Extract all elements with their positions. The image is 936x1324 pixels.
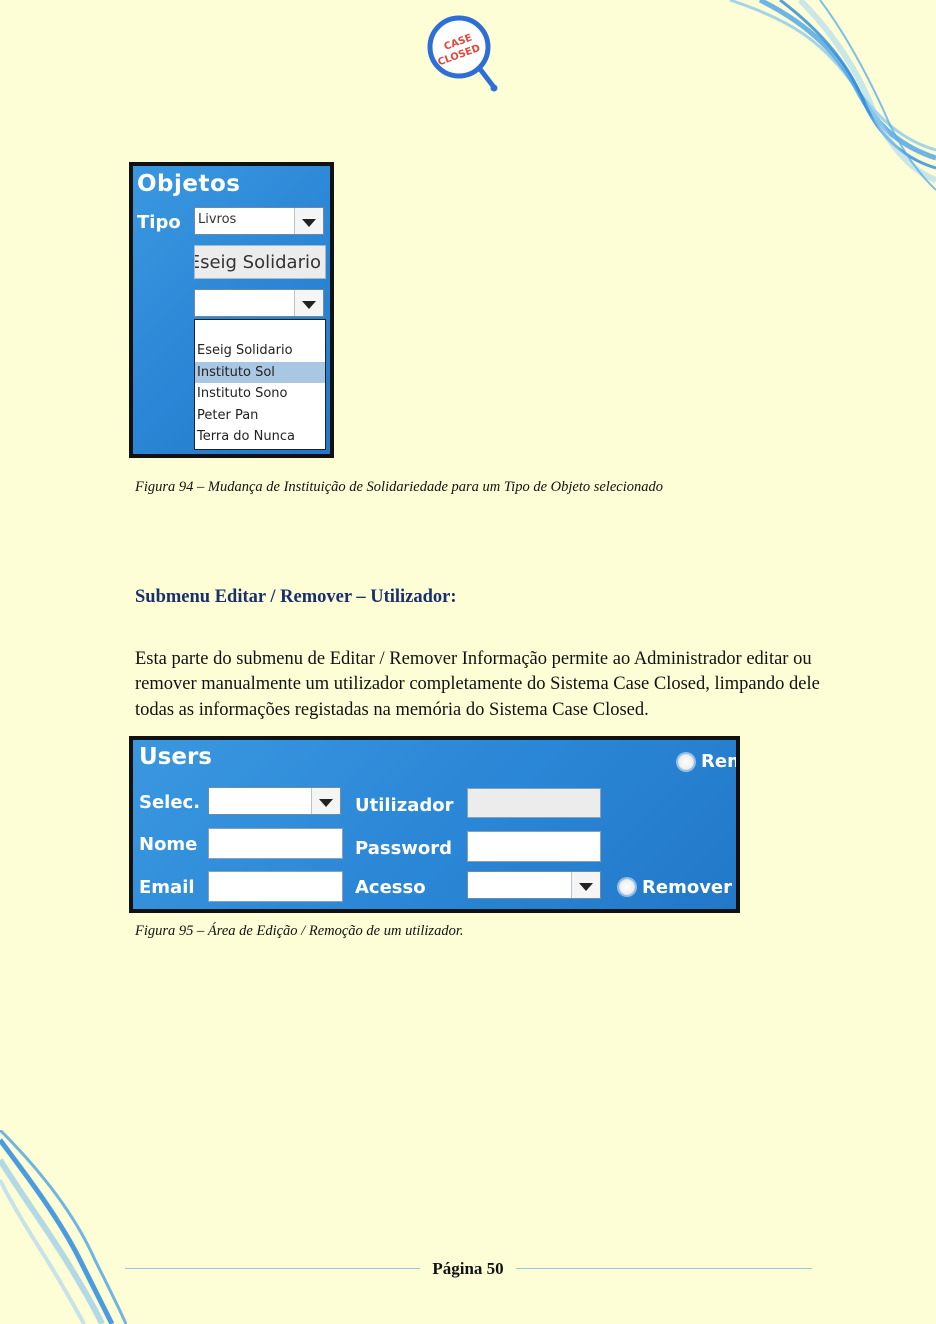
- password-input[interactable]: [467, 831, 601, 862]
- section-paragraph: Esta parte do submenu de Editar / Remove…: [135, 649, 820, 720]
- chevron-down-icon[interactable]: [571, 872, 600, 898]
- objetos-title: Objetos: [137, 171, 241, 197]
- dropdown-item[interactable]: Eseig Solidario: [195, 340, 325, 362]
- wave-decoration-top: [729, 0, 936, 191]
- tipo-select-value: Livros: [198, 212, 237, 227]
- nome-label: Nome: [139, 834, 198, 855]
- email-input[interactable]: [208, 871, 343, 902]
- top-radio-label: Rem: [701, 751, 736, 772]
- page-number: Página 50: [432, 1259, 504, 1278]
- radio-icon[interactable]: [678, 754, 694, 770]
- dropdown-item[interactable]: Peter Pan: [195, 405, 325, 427]
- wave-decoration-bottom: [0, 1130, 128, 1324]
- institution-button[interactable]: Eseig Solidario: [194, 245, 326, 279]
- password-label: Password: [355, 838, 453, 859]
- institution-select[interactable]: [194, 289, 324, 317]
- chevron-down-icon[interactable]: [294, 208, 323, 234]
- tipo-label: Tipo: [137, 212, 181, 233]
- users-title: Users: [139, 744, 212, 770]
- section-heading: Submenu Editar / Remover – Utilizador:: [135, 587, 457, 607]
- acesso-label: Acesso: [355, 877, 426, 898]
- dropdown-item[interactable]: Instituto Sono: [195, 383, 325, 405]
- figure-94-objetos-panel: Objetos Tipo Livros Eseig Solidario Esei…: [129, 162, 334, 458]
- acesso-select[interactable]: [467, 871, 601, 899]
- figure-95-caption: Figura 95 – Área de Edição / Remoção de …: [135, 923, 464, 939]
- nome-input[interactable]: [208, 828, 343, 859]
- utilizador-input[interactable]: [467, 788, 601, 818]
- dropdown-item[interactable]: Terra do Nunca: [195, 426, 325, 448]
- institution-button-label: Eseig Solidario: [194, 252, 321, 273]
- figure-94-caption: Figura 94 – Mudança de Instituição de So…: [135, 479, 663, 495]
- dropdown-item-highlighted[interactable]: Instituto Sol: [195, 361, 325, 383]
- email-label: Email: [139, 877, 195, 898]
- selec-label: Selec.: [139, 792, 201, 813]
- remover-radio-icon[interactable]: [619, 879, 635, 895]
- chevron-down-icon[interactable]: [311, 788, 340, 814]
- institution-dropdown-list[interactable]: Eseig Solidario Instituto Sol Instituto …: [194, 319, 326, 450]
- utilizador-label: Utilizador: [355, 795, 454, 816]
- figure-95-users-panel: Users Rem Selec. Nome Email Utilizador P…: [129, 736, 740, 913]
- case-closed-logo: CASE CLOSED: [427, 15, 498, 92]
- selec-select[interactable]: [208, 787, 341, 815]
- chevron-down-icon[interactable]: [294, 290, 323, 316]
- remover-label[interactable]: Remover: [642, 877, 732, 898]
- tipo-select[interactable]: Livros: [194, 207, 324, 235]
